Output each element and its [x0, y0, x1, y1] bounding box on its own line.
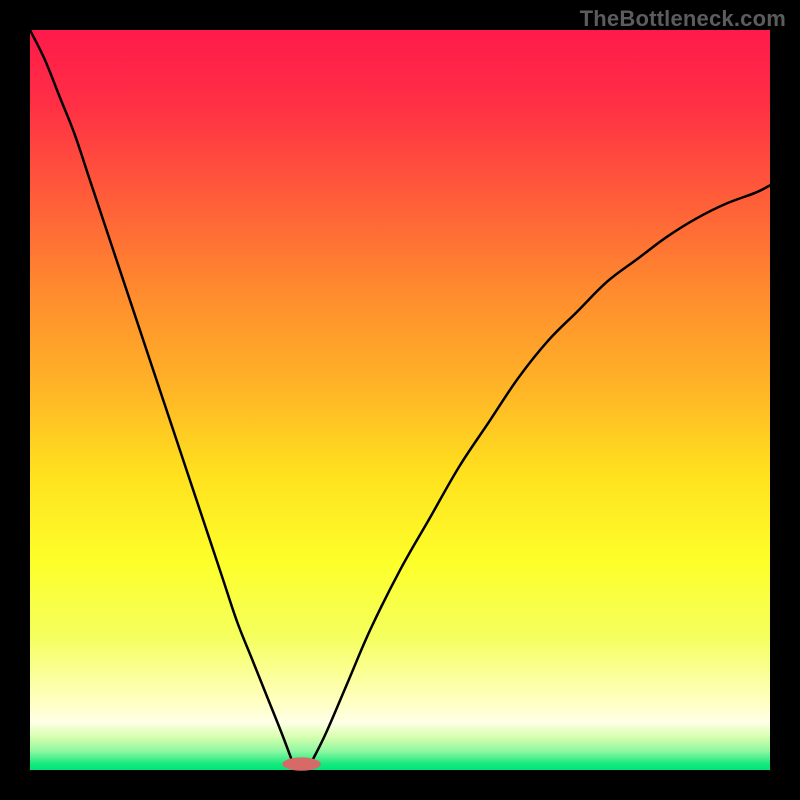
chart-frame: TheBottleneck.com [0, 0, 800, 800]
valley-marker [282, 757, 320, 770]
bottleneck-chart [0, 0, 800, 800]
watermark-text: TheBottleneck.com [580, 6, 786, 32]
plot-background [30, 30, 770, 770]
